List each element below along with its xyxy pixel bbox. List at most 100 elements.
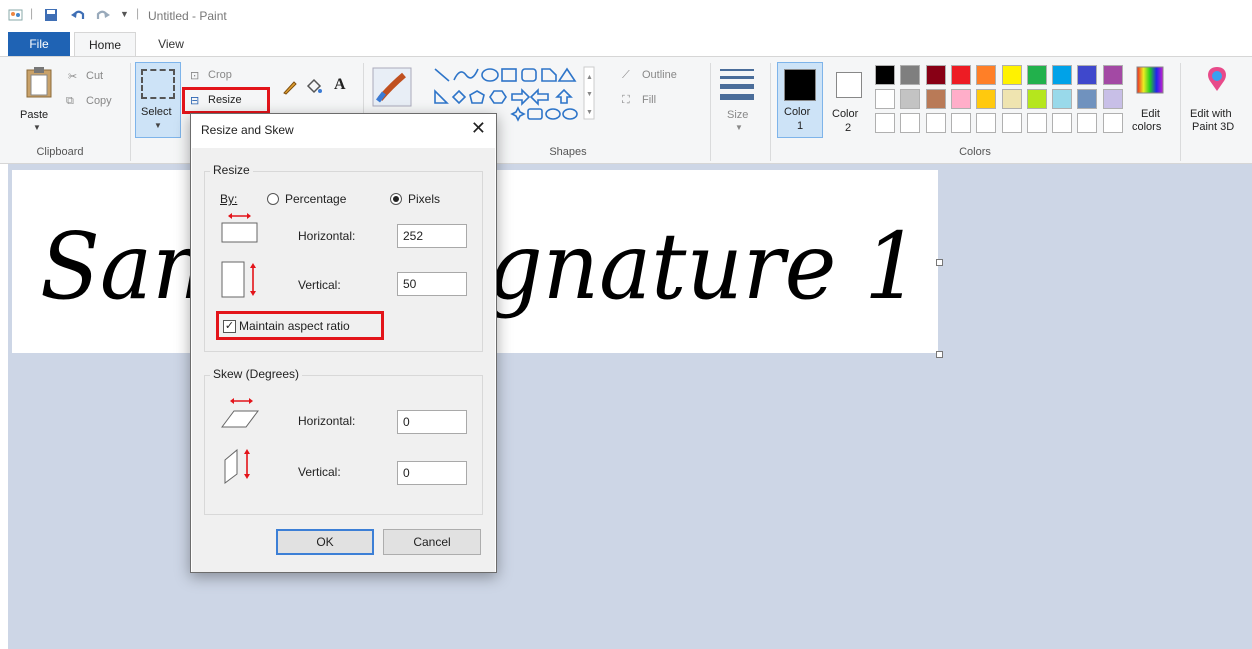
color2-label[interactable]: Color <box>832 108 858 120</box>
color-swatch[interactable] <box>875 65 895 85</box>
color-swatch[interactable] <box>925 65 946 85</box>
color-swatch[interactable] <box>1077 89 1098 109</box>
text-tool-icon[interactable]: A <box>334 76 346 94</box>
paste-dropdown-icon[interactable]: ▼ <box>33 123 41 132</box>
dialog-title: Resize and Skew <box>201 123 294 137</box>
empty-color-swatch[interactable] <box>900 113 921 133</box>
tab-view[interactable]: View <box>140 32 202 56</box>
select-button[interactable]: Select ▼ <box>135 62 181 138</box>
color-swatch[interactable] <box>900 89 921 109</box>
save-icon[interactable] <box>44 8 58 22</box>
color2-number[interactable]: 2 <box>845 122 851 134</box>
paint-app-icon[interactable] <box>8 8 24 22</box>
ok-button[interactable]: OK <box>276 529 374 555</box>
paste-button[interactable]: Paste <box>20 109 48 121</box>
color-swatch[interactable] <box>1001 65 1022 85</box>
empty-color-swatch[interactable] <box>925 113 946 133</box>
tab-home[interactable]: Home <box>74 32 136 56</box>
customize-quick-access-icon[interactable]: ▼ <box>120 9 129 19</box>
crop-icon[interactable]: ⊡ <box>190 69 199 82</box>
resize-skew-dialog: Resize and Skew ✕ Resize By: Percentage … <box>190 113 497 573</box>
resize-horizontal-label: Horizontal: <box>298 229 356 243</box>
crop-button[interactable]: Crop <box>208 69 232 81</box>
color-swatch[interactable] <box>1026 65 1047 85</box>
color-swatch[interactable] <box>1102 65 1123 85</box>
close-icon[interactable]: ✕ <box>471 118 486 139</box>
copy-icon[interactable]: ⧉ <box>66 95 74 108</box>
clipboard-paste-icon[interactable] <box>24 65 54 99</box>
color-swatch[interactable] <box>875 89 895 109</box>
color-swatch[interactable] <box>925 89 946 109</box>
color-swatch[interactable] <box>1001 89 1022 109</box>
edit-paint3d-label[interactable]: Edit with <box>1190 108 1232 120</box>
colors-group-label: Colors <box>959 146 991 158</box>
canvas-resize-handle-corner[interactable] <box>936 351 943 358</box>
color-swatch[interactable] <box>1077 65 1098 85</box>
color-swatch[interactable] <box>976 89 997 109</box>
empty-color-swatch[interactable] <box>1077 113 1098 133</box>
empty-color-swatch[interactable] <box>1001 113 1022 133</box>
size-lines-icon[interactable] <box>720 69 754 100</box>
empty-color-swatch[interactable] <box>950 113 971 133</box>
paint3d-icon[interactable] <box>1204 65 1230 95</box>
canvas-resize-handle-right[interactable] <box>936 259 943 266</box>
ribbon-separator <box>710 63 711 161</box>
undo-icon[interactable] <box>70 8 86 22</box>
empty-color-swatch[interactable] <box>875 113 895 133</box>
skew-vertical-input[interactable]: 0 <box>397 461 467 485</box>
size-button[interactable]: Size <box>727 109 748 121</box>
resize-horizontal-input[interactable]: 252 <box>397 224 467 248</box>
color-swatch[interactable] <box>976 65 997 85</box>
copy-button[interactable]: Copy <box>86 95 112 107</box>
color-swatch[interactable] <box>950 65 971 85</box>
brushes-icon[interactable] <box>372 67 412 107</box>
pixels-label[interactable]: Pixels <box>408 192 440 206</box>
pencil-icon[interactable] <box>282 79 298 95</box>
clipboard-group-label: Clipboard <box>36 146 84 158</box>
fill-icon[interactable] <box>305 77 323 95</box>
select-rect-icon <box>141 69 175 99</box>
resize-highlight <box>182 87 270 114</box>
percentage-label[interactable]: Percentage <box>285 192 346 206</box>
skew-horizontal-icon <box>221 398 259 428</box>
edit-colors-label[interactable]: Edit <box>1141 108 1160 120</box>
cut-icon[interactable]: ✂ <box>68 70 77 83</box>
cut-button[interactable]: Cut <box>86 70 103 82</box>
resize-vertical-input[interactable]: 50 <box>397 272 467 296</box>
shapes-group-label: Shapes <box>549 146 587 158</box>
color1-label: Color <box>784 106 811 118</box>
edit-colors-label-2[interactable]: colors <box>1132 121 1161 133</box>
color-swatch[interactable] <box>1052 89 1073 109</box>
title-separator: | <box>136 6 140 20</box>
dialog-body: Resize By: Percentage Pixels Horizontal:… <box>192 148 495 572</box>
color1-button[interactable]: Color 1 <box>777 62 823 138</box>
edit-colors-icon[interactable] <box>1136 66 1164 94</box>
svg-text:▼: ▼ <box>586 109 593 116</box>
skew-horizontal-input[interactable]: 0 <box>397 410 467 434</box>
empty-color-swatch[interactable] <box>1026 113 1047 133</box>
color-swatch[interactable] <box>900 65 921 85</box>
color1-swatch <box>784 69 816 101</box>
size-dropdown-icon[interactable]: ▼ <box>735 123 743 132</box>
resize-vertical-label: Vertical: <box>298 278 341 292</box>
tab-file[interactable]: File <box>8 32 70 56</box>
outline-button[interactable]: Outline <box>642 69 677 81</box>
color1-number: 1 <box>797 120 804 132</box>
cancel-button[interactable]: Cancel <box>383 529 481 555</box>
resize-horizontal-icon <box>221 213 258 243</box>
empty-color-swatch[interactable] <box>976 113 997 133</box>
pixels-radio[interactable] <box>390 193 402 205</box>
color-swatch[interactable] <box>950 89 971 109</box>
redo-icon[interactable] <box>95 8 111 22</box>
fill-bucket-icon[interactable]: ⛶ <box>622 94 630 107</box>
color2-swatch[interactable] <box>836 72 862 98</box>
fill-button[interactable]: Fill <box>642 94 656 106</box>
color-swatch[interactable] <box>1026 89 1047 109</box>
color-swatch[interactable] <box>1102 89 1123 109</box>
empty-color-swatch[interactable] <box>1102 113 1123 133</box>
edit-paint3d-label-2[interactable]: Paint 3D <box>1192 121 1234 133</box>
empty-color-swatch[interactable] <box>1052 113 1073 133</box>
color-swatch[interactable] <box>1052 65 1073 85</box>
outline-icon[interactable]: ⟋ <box>622 69 630 82</box>
percentage-radio[interactable] <box>267 193 279 205</box>
